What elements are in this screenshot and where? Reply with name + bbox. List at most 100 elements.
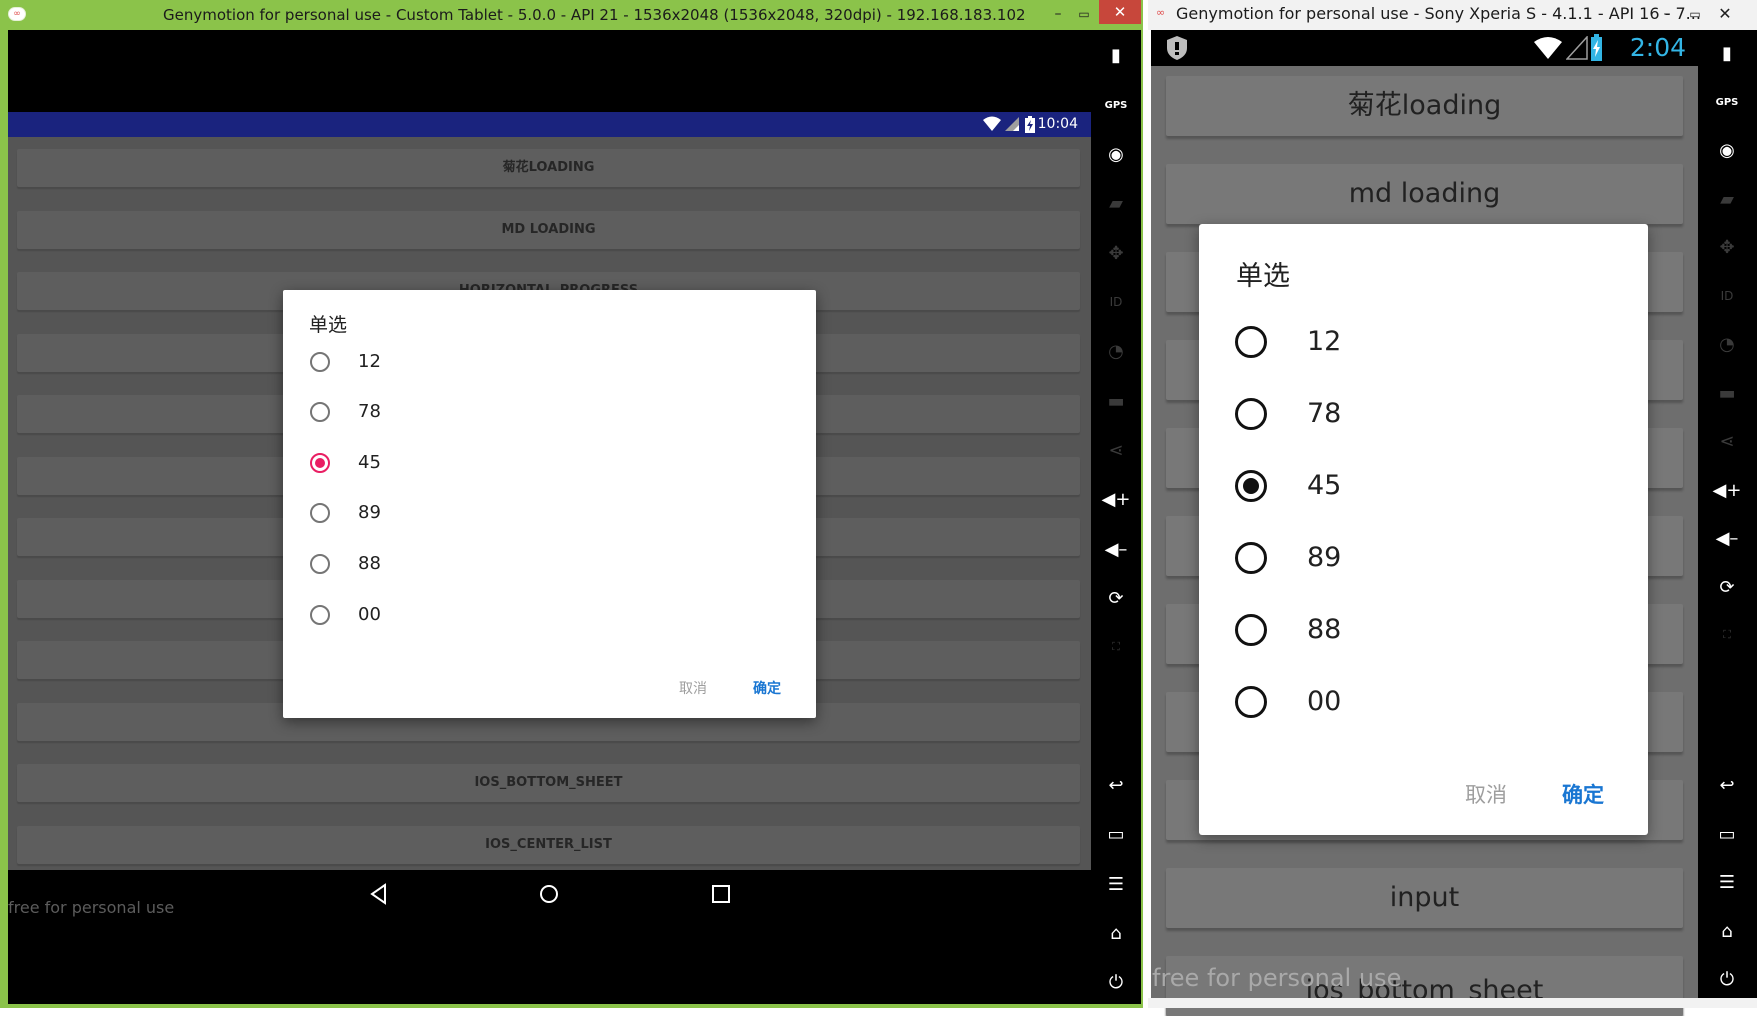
window-border — [1141, 30, 1143, 1008]
volume-down-icon[interactable]: ◀– — [1103, 536, 1129, 562]
back-icon[interactable]: ↩ — [1103, 772, 1129, 798]
gps-icon[interactable]: GPS — [1103, 92, 1129, 118]
tablet-status-bar: 10:04 — [8, 112, 1091, 137]
power-icon[interactable]: ⏻ — [1103, 969, 1129, 995]
window-border — [1148, 998, 1757, 1008]
radio-label: 12 — [1307, 326, 1342, 357]
radio-option-89[interactable]: 89 — [309, 495, 789, 531]
radio-option-12[interactable]: 12 — [309, 344, 789, 380]
phone-button-input[interactable]: input — [1166, 868, 1683, 928]
radio-label: 45 — [358, 452, 381, 473]
radio-unchecked-icon[interactable] — [1235, 686, 1267, 718]
recent-apps-icon[interactable]: ▭ — [1714, 821, 1740, 847]
dialog-ok-button[interactable]: 确定 — [1562, 779, 1604, 809]
volume-up-icon[interactable]: ◀+ — [1102, 486, 1131, 512]
battery-icon[interactable]: ▮ — [1103, 42, 1129, 68]
volume-down-icon[interactable]: ◀– — [1714, 525, 1740, 551]
tablet-watermark: free for personal use — [8, 898, 175, 917]
wifi-icon — [1534, 37, 1562, 59]
phone-window-title: Genymotion for personal use - Sony Xperi… — [1176, 4, 1701, 23]
battery-charging-icon — [1591, 34, 1602, 61]
radio-option-00[interactable]: 00 — [1235, 676, 1635, 732]
phone-close-button[interactable]: ✕ — [1714, 2, 1736, 26]
phone-maximize-button[interactable]: ▭ — [1684, 2, 1706, 26]
pixel-perfect-icon: ⛶ — [1112, 640, 1120, 653]
tablet-button-juhua-loading[interactable]: 菊花LOADING — [17, 149, 1080, 187]
nav-recent-apps-icon[interactable] — [710, 883, 732, 905]
genymotion-app-icon: ∞ — [1156, 6, 1166, 19]
nav-home-icon[interactable] — [538, 883, 560, 905]
radio-unchecked-icon[interactable] — [1235, 326, 1267, 358]
recent-apps-icon[interactable]: ▭ — [1103, 821, 1129, 847]
tablet-single-choice-dialog: 单选 12 78 45 89 88 00 取消 确定 — [283, 290, 816, 718]
radio-unchecked-icon[interactable] — [310, 352, 330, 372]
power-icon[interactable]: ⏻ — [1714, 966, 1740, 992]
pixel-perfect-icon: ⛶ — [1723, 628, 1731, 641]
radio-option-88[interactable]: 88 — [309, 546, 789, 582]
volume-up-icon[interactable]: ◀+ — [1713, 477, 1742, 503]
radio-unchecked-icon[interactable] — [310, 554, 330, 574]
shield-icon — [1167, 36, 1187, 60]
phone-title-bar[interactable]: ∞ Genymotion for personal use - Sony Xpe… — [1148, 0, 1757, 30]
phone-watermark: free for personal use — [1152, 964, 1402, 992]
move-icon: ✥ — [1108, 242, 1124, 264]
radio-option-45[interactable]: 45 — [309, 445, 789, 481]
nav-back-icon[interactable] — [368, 883, 390, 905]
home-icon[interactable]: ⌂ — [1714, 918, 1740, 944]
camera-icon[interactable]: ◉ — [1714, 137, 1740, 163]
home-icon[interactable]: ⌂ — [1103, 920, 1129, 946]
gps-icon[interactable]: GPS — [1714, 89, 1740, 115]
radio-option-89[interactable]: 89 — [1235, 532, 1635, 588]
radio-unchecked-icon[interactable] — [1235, 398, 1267, 430]
menu-icon[interactable]: ☰ — [1714, 869, 1740, 895]
phone-status-bar: 2:04 — [1151, 30, 1698, 66]
tablet-status-time: 10:04 — [1037, 116, 1078, 132]
radio-label: 88 — [1307, 614, 1342, 645]
rotate-icon[interactable]: ⟳ — [1714, 574, 1740, 600]
radio-unchecked-icon[interactable] — [310, 503, 330, 523]
phone-status-time: 2:04 — [1629, 33, 1686, 62]
battery-icon[interactable]: ▮ — [1714, 40, 1740, 66]
tablet-minimize-button[interactable]: – — [1047, 2, 1069, 26]
radio-option-78[interactable]: 78 — [1235, 388, 1635, 444]
radio-unchecked-icon[interactable] — [310, 402, 330, 422]
radio-label: 89 — [1307, 542, 1342, 573]
dialog-ok-button[interactable]: 确定 — [753, 678, 781, 698]
radio-option-12[interactable]: 12 — [1235, 316, 1635, 372]
radio-checked-icon[interactable] — [1235, 470, 1267, 502]
move-icon: ✥ — [1719, 236, 1735, 258]
tablet-title-bar[interactable]: ∞ Genymotion for personal use - Custom T… — [0, 0, 1143, 30]
tablet-maximize-button[interactable]: ▭ — [1073, 2, 1095, 26]
signal-icon — [1566, 36, 1588, 60]
tablet-button-ios-bottom-sheet[interactable]: IOS_BOTTOM_SHEET — [17, 764, 1080, 802]
tablet-button-ios-center-list[interactable]: IOS_CENTER_LIST — [17, 826, 1080, 864]
camera-icon[interactable]: ◉ — [1103, 141, 1129, 167]
tablet-close-button[interactable]: ✕ — [1099, 0, 1141, 24]
radio-label: 45 — [1307, 470, 1342, 501]
phone-minimize-button[interactable]: – — [1656, 2, 1678, 26]
radio-option-45[interactable]: 45 — [1235, 460, 1635, 516]
rss-icon: ◔ — [1108, 340, 1124, 362]
tablet-window-title: Genymotion for personal use - Custom Tab… — [163, 6, 1026, 24]
radio-unchecked-icon[interactable] — [1235, 614, 1267, 646]
phone-button-md-loading[interactable]: md loading — [1166, 164, 1683, 224]
radio-label: 12 — [358, 351, 381, 372]
id-icon: ID — [1109, 295, 1123, 309]
radio-label: 00 — [358, 604, 381, 625]
rotate-icon[interactable]: ⟳ — [1103, 585, 1129, 611]
back-icon[interactable]: ↩ — [1714, 772, 1740, 798]
radio-unchecked-icon[interactable] — [310, 605, 330, 625]
genymotion-app-icon: ∞ — [8, 7, 26, 21]
menu-icon[interactable]: ☰ — [1103, 871, 1129, 897]
radio-label: 78 — [1307, 398, 1342, 429]
dialog-cancel-button[interactable]: 取消 — [1465, 779, 1507, 809]
radio-label: 00 — [1307, 686, 1342, 717]
radio-checked-icon[interactable] — [310, 453, 330, 473]
radio-option-00[interactable]: 00 — [309, 597, 789, 633]
radio-option-78[interactable]: 78 — [309, 394, 789, 430]
dialog-cancel-button[interactable]: 取消 — [679, 678, 707, 698]
radio-option-88[interactable]: 88 — [1235, 604, 1635, 660]
phone-button-juhua-loading[interactable]: 菊花loading — [1166, 76, 1683, 136]
tablet-button-md-loading[interactable]: MD LOADING — [17, 211, 1080, 249]
radio-unchecked-icon[interactable] — [1235, 542, 1267, 574]
